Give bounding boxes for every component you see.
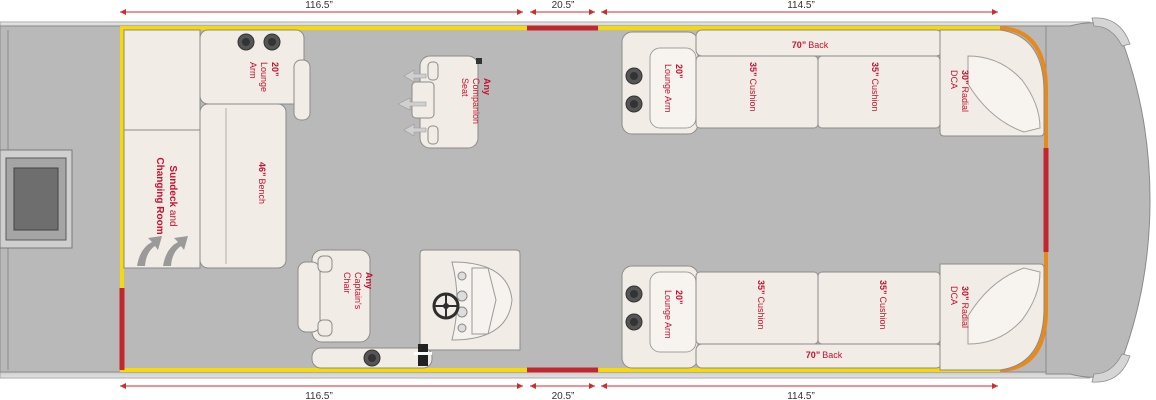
dimension-top-bow: 114.5”	[787, 0, 815, 11]
dimensions-top: 116.5” 20.5” 114.5”	[120, 0, 998, 15]
sundeck-label: Sundeck and	[167, 165, 178, 226]
dca-top-label: 30”Radial	[960, 70, 970, 112]
floor-plan: 116.5” 20.5” 114.5” 116.5” 20.5” 114.5” …	[0, 0, 1156, 400]
bench-seat: 46”Bench	[199, 103, 287, 269]
dimension-top-stern: 116.5”	[305, 0, 333, 11]
cushion-top-1-label: 35”Cushion	[748, 62, 758, 112]
svg-text:DCA: DCA	[949, 70, 959, 89]
svg-text:Chair: Chair	[342, 272, 352, 294]
bench-label: 46”Bench	[257, 162, 267, 204]
captains-chair: Any Captain's Chair	[297, 249, 374, 343]
cushion-top-2-label: 35”Cushion	[870, 62, 880, 112]
cushion-bottom-1-label: 35”Cushion	[756, 280, 766, 330]
svg-text:DCA: DCA	[949, 286, 959, 305]
dimension-bottom-bow: 114.5”	[787, 391, 815, 400]
changing-room-label: Changing Room	[154, 157, 165, 234]
svg-text:Arm: Arm	[248, 62, 258, 79]
captains-chair-label: Any	[364, 272, 374, 289]
dimensions-bottom: 116.5” 20.5” 114.5”	[120, 383, 998, 400]
dimension-top-gate: 20.5”	[552, 0, 575, 11]
dca-bottom-label: 30”Radial	[960, 286, 970, 328]
lounge-arm-bow-top-label: 20”	[674, 64, 684, 79]
svg-text:Seat: Seat	[460, 78, 470, 97]
dimension-bottom-stern: 116.5”	[305, 391, 333, 400]
sundeck-changing-room: Sundeck and Changing Room	[123, 29, 201, 269]
svg-text:Captain's: Captain's	[353, 272, 363, 310]
lounge-arm-bow-bottom-label: 20”	[674, 290, 684, 305]
svg-text:Lounge Arm: Lounge Arm	[663, 290, 673, 339]
floor-plan-drawing: 116.5” 20.5” 114.5” 116.5” 20.5” 114.5” …	[0, 0, 1151, 400]
bow-seating-bottom: 20” Lounge Arm 35”Cushion 35”Cushion 70”…	[621, 263, 1045, 371]
bow-seating-top: 20” Lounge Arm 70” Back 35”Cushion 35”Cus…	[621, 29, 1045, 137]
companion-seat-label: Any	[482, 78, 492, 95]
steering-wheel-icon	[432, 292, 460, 320]
svg-text:Companion: Companion	[471, 78, 481, 124]
dimension-bottom-gate: 20.5”	[552, 391, 575, 400]
lounge-arm-stern-label: 20”	[270, 62, 280, 77]
back-bottom-label: 70” Back	[806, 350, 843, 360]
back-top-label: 70” Back	[792, 40, 829, 50]
svg-text:Lounge: Lounge	[259, 62, 269, 92]
cushion-bottom-2-label: 35”Cushion	[878, 280, 888, 330]
svg-text:Lounge Arm: Lounge Arm	[663, 64, 673, 113]
